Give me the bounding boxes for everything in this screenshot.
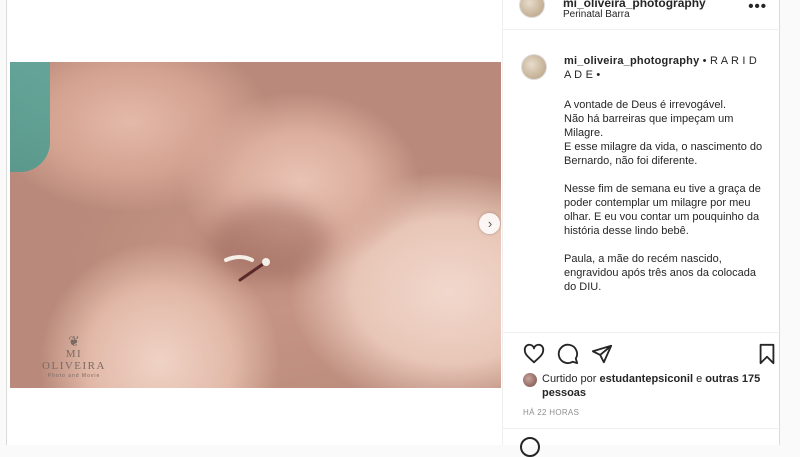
caption-area: mi_oliveira_photography • R A R I D A D …: [503, 42, 781, 332]
caption-body: A vontade de Deus é irrevogável. Não há …: [564, 99, 763, 293]
caption-username[interactable]: mi_oliveira_photography: [564, 55, 699, 67]
photo-cloth: [10, 62, 50, 172]
watermark-subtitle: Photo and Movie: [47, 373, 101, 379]
bookmark-icon[interactable]: [756, 343, 778, 365]
post-header: mi_oliveira_photography Perinatal Barra …: [503, 0, 781, 30]
caption-avatar[interactable]: [521, 54, 547, 80]
emoji-icon[interactable]: [520, 437, 540, 457]
likes-text: Curtido por estudantepsiconil e outras 1…: [542, 372, 762, 400]
likes-prefix: Curtido por: [542, 373, 600, 385]
post-frame: ❦ MI OLIVEIRA Photo and Movie › mi_olive…: [6, 0, 781, 457]
caption-header: mi_oliveira_photography • R A R I D A D …: [564, 54, 764, 82]
likes-connector: e: [693, 373, 706, 385]
post-sidebar: mi_oliveira_photography Perinatal Barra …: [502, 0, 781, 457]
likes-summary: Curtido por estudantepsiconil e outras 1…: [503, 370, 781, 402]
action-bar: [503, 332, 781, 372]
watermark-logo-icon: ❦: [68, 333, 80, 349]
umbilical-clamp-graphic: [224, 255, 270, 282]
header-location[interactable]: Perinatal Barra: [563, 9, 630, 20]
next-photo-button[interactable]: ›: [479, 213, 500, 234]
heart-icon[interactable]: [523, 343, 545, 365]
photo-watermark: ❦ MI OLIVEIRA Photo and Movie: [34, 334, 114, 379]
comment-icon[interactable]: [557, 343, 579, 365]
comment-bar: [503, 428, 781, 457]
liker-avatar[interactable]: [523, 373, 537, 387]
share-icon[interactable]: [591, 343, 613, 365]
liker-username[interactable]: estudantepsiconil: [599, 373, 693, 385]
post-photo[interactable]: ❦ MI OLIVEIRA Photo and Movie: [10, 62, 501, 388]
next-arrow-icon: ›: [487, 216, 493, 231]
watermark-name: MI OLIVEIRA: [42, 348, 106, 372]
more-options-icon[interactable]: •••: [748, 0, 767, 15]
post-timestamp[interactable]: HÁ 22 HORAS: [523, 408, 579, 417]
header-avatar[interactable]: [519, 0, 545, 18]
photo-column: ❦ MI OLIVEIRA Photo and Movie ›: [7, 0, 502, 445]
